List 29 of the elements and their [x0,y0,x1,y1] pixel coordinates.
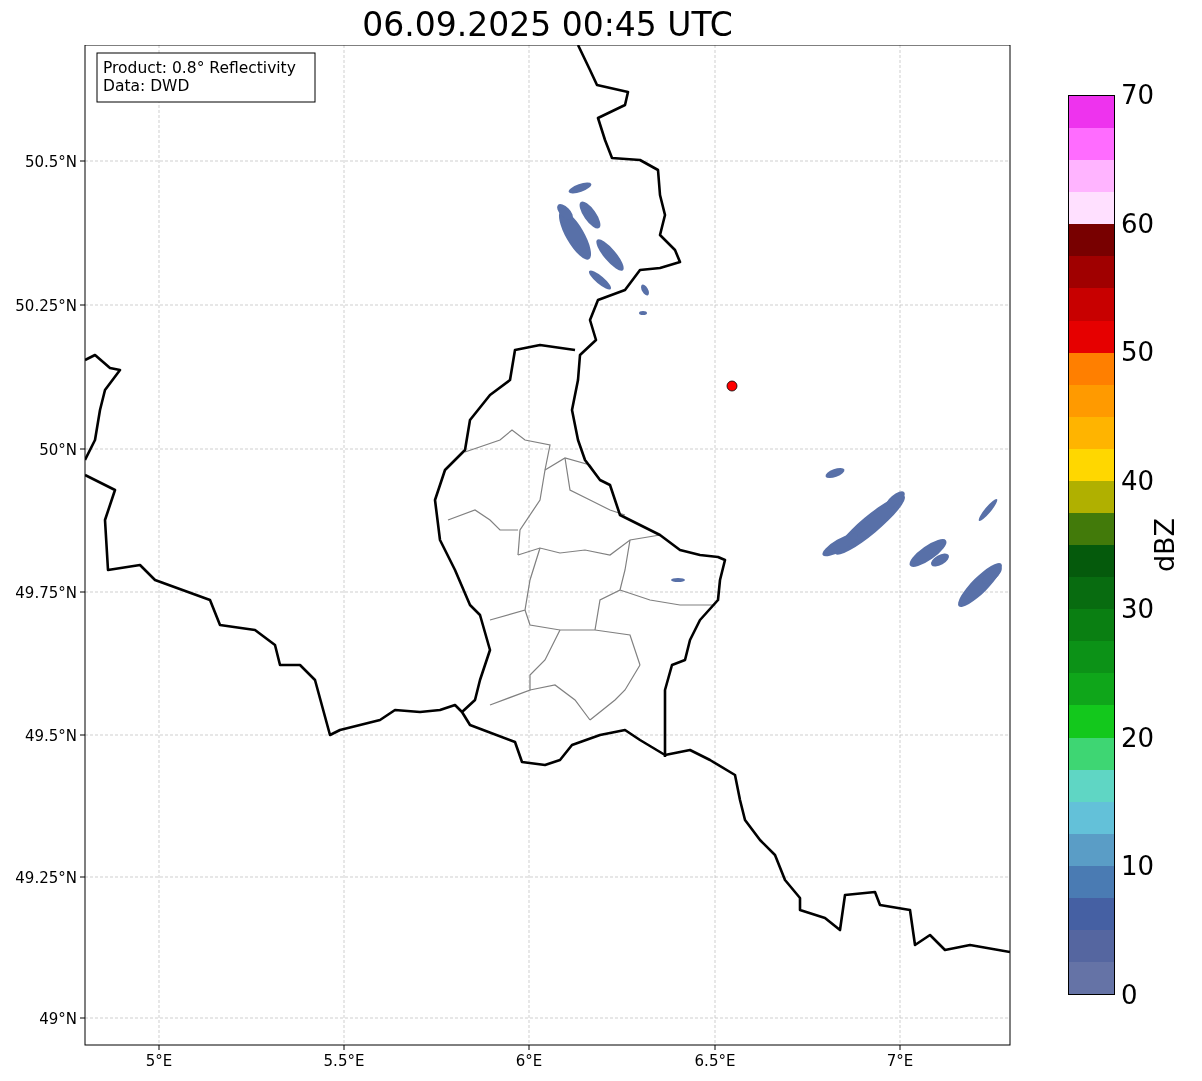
colorbar-tick-label: 40 [1121,465,1155,496]
latitude-label: 49°N [39,1010,77,1028]
longitude-label: 5°E [145,1052,173,1070]
longitude-label: 7°E [886,1052,914,1070]
latitude-label: 50°N [39,441,77,459]
latitude-label: 50.25°N [15,297,77,315]
radar-echo-drawing [978,499,998,521]
colorbar-tick-label: 0 [1121,979,1139,1010]
colorbar-tick-label: 30 [1121,594,1155,625]
colorbar-label: dBZ [1150,517,1181,573]
colorbar-tick-label: 10 [1121,851,1155,882]
colorbar-tick-label: 70 [1121,80,1155,110]
location-marker [726,380,738,392]
longitude-label: 5.5°E [323,1052,365,1070]
radar-echo-drawing [958,563,1002,607]
latitude-label: 49.75°N [15,584,77,602]
colorbar-tick-label: 20 [1121,722,1155,753]
colorbar-tick-label: 60 [1121,208,1155,239]
latitude-label: 49.5°N [24,727,77,745]
figure-title: 06.09.2025 00:45 UTC [362,5,733,45]
info-text: Data: DWD [103,77,190,95]
latitude-label: 49.25°N [15,869,77,887]
info-text: Product: 0.8° Reflectivity [103,59,296,77]
longitude-label: 6.5°E [694,1052,736,1070]
colorbar-tick-label: 50 [1121,337,1155,368]
latitude-label: 50.5°N [24,153,77,171]
radar-echo-drawing [909,539,949,567]
radar-echo-drawing [671,578,685,582]
longitude-label: 6°E [515,1052,543,1070]
